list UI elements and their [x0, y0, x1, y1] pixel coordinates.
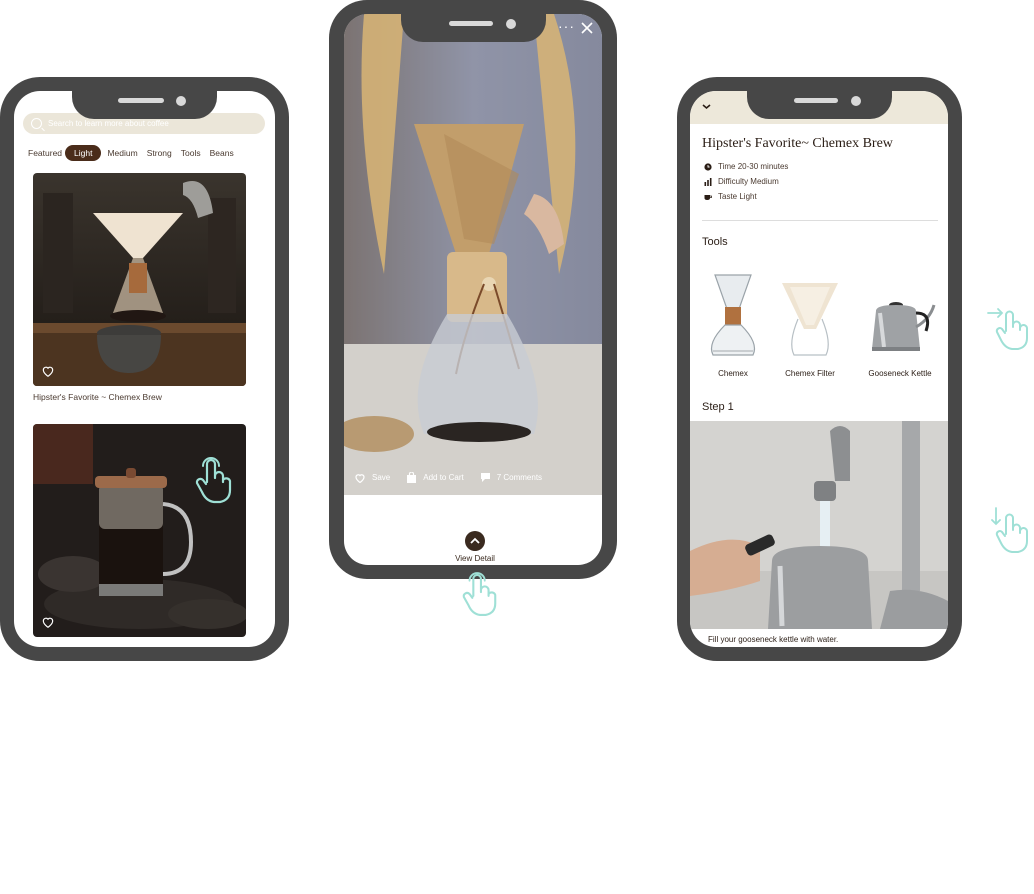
phone-browse: Search to learn more about coffee Featur…: [0, 77, 289, 661]
phone-notch: [747, 91, 892, 119]
search-placeholder: Search to learn more about coffee: [48, 119, 169, 128]
heart-icon[interactable]: [41, 364, 55, 378]
meta-difficulty: Difficulty Medium: [704, 177, 779, 186]
heart-icon: [355, 474, 365, 483]
tab-beans[interactable]: Beans: [210, 148, 234, 158]
meta-difficulty-text: Difficulty Medium: [718, 177, 779, 186]
tool-gooseneck-kettle[interactable]: Gooseneck Kettle: [860, 269, 940, 378]
tab-tools[interactable]: Tools: [181, 148, 201, 158]
add-to-cart-label: Add to Cart: [423, 473, 464, 482]
meta-time: Time 20-30 minutes: [704, 162, 788, 171]
recipe-detail-screen: Hipster's Favorite~ Chemex Brew Time 20-…: [690, 91, 948, 647]
chemex-image: [710, 274, 756, 356]
recipe-card-title[interactable]: Hipster's Favorite ~ Chemex Brew: [33, 392, 162, 402]
view-detail-label[interactable]: View Detail: [441, 554, 509, 563]
swipe-right-gesture-icon: [987, 308, 1028, 350]
tab-medium[interactable]: Medium: [107, 148, 137, 158]
phone-notch: [72, 77, 217, 119]
add-to-cart-button[interactable]: Add to Cart: [406, 472, 464, 483]
tool-label: Chemex Filter: [785, 369, 835, 378]
tool-label: Chemex: [718, 369, 748, 378]
search-icon: [31, 118, 42, 129]
tool-chemex[interactable]: Chemex: [693, 269, 773, 378]
tab-light[interactable]: Light: [65, 145, 102, 161]
coffee-cup-icon: [704, 194, 712, 200]
video-action-bar: Save Add to Cart 7 Comments: [354, 472, 558, 483]
kettle-image: [872, 302, 936, 351]
step-instruction: Fill your gooseneck kettle with water.: [708, 635, 839, 644]
tool-chemex-filter[interactable]: Chemex Filter: [770, 269, 850, 378]
tab-featured[interactable]: Featured: [28, 148, 62, 158]
phone-video: ··· Save Add to Cart 7 Comments View Det…: [329, 0, 617, 579]
save-button[interactable]: Save: [354, 472, 390, 483]
bar-chart-icon: [704, 177, 712, 186]
tap-gesture-icon: [195, 457, 232, 504]
view-detail-button[interactable]: [465, 531, 485, 551]
step-image: [690, 421, 948, 629]
shopping-bag-icon: [407, 472, 417, 483]
recipe-card-image[interactable]: [33, 424, 246, 637]
swipe-down-gesture-icon: [991, 507, 1028, 553]
step-heading: Step 1: [702, 401, 734, 413]
more-options-icon[interactable]: ···: [558, 18, 575, 34]
meta-time-text: Time 20-30 minutes: [718, 162, 789, 171]
comments-label: 7 Comments: [496, 473, 543, 482]
category-tabs: Featured Light Medium Strong Tools Beans: [28, 144, 273, 162]
chevron-up-icon: [470, 537, 480, 544]
tab-strong[interactable]: Strong: [147, 148, 172, 158]
phone-notch: [401, 14, 546, 42]
comment-icon: [480, 473, 490, 482]
filter-image: [782, 283, 838, 356]
tools-heading: Tools: [702, 236, 728, 248]
tool-label: Gooseneck Kettle: [868, 369, 932, 378]
recipe-card-image[interactable]: [33, 173, 246, 386]
heart-icon[interactable]: [41, 615, 55, 629]
meta-taste: Taste Light: [704, 192, 757, 201]
save-label: Save: [372, 473, 391, 482]
comments-button[interactable]: 7 Comments: [480, 472, 542, 483]
chevron-down-icon[interactable]: [702, 103, 711, 110]
recipe-title: Hipster's Favorite~ Chemex Brew: [702, 136, 893, 151]
video-player[interactable]: [344, 14, 602, 495]
tap-gesture-icon: [462, 572, 497, 616]
close-icon[interactable]: [581, 22, 593, 34]
browse-screen: Search to learn more about coffee Featur…: [14, 91, 275, 647]
video-screen: ··· Save Add to Cart 7 Comments View Det…: [344, 14, 602, 565]
meta-taste-text: Taste Light: [718, 192, 757, 201]
clock-icon: [704, 162, 712, 171]
divider: [702, 220, 938, 221]
phone-recipe-detail: Hipster's Favorite~ Chemex Brew Time 20-…: [677, 77, 962, 661]
